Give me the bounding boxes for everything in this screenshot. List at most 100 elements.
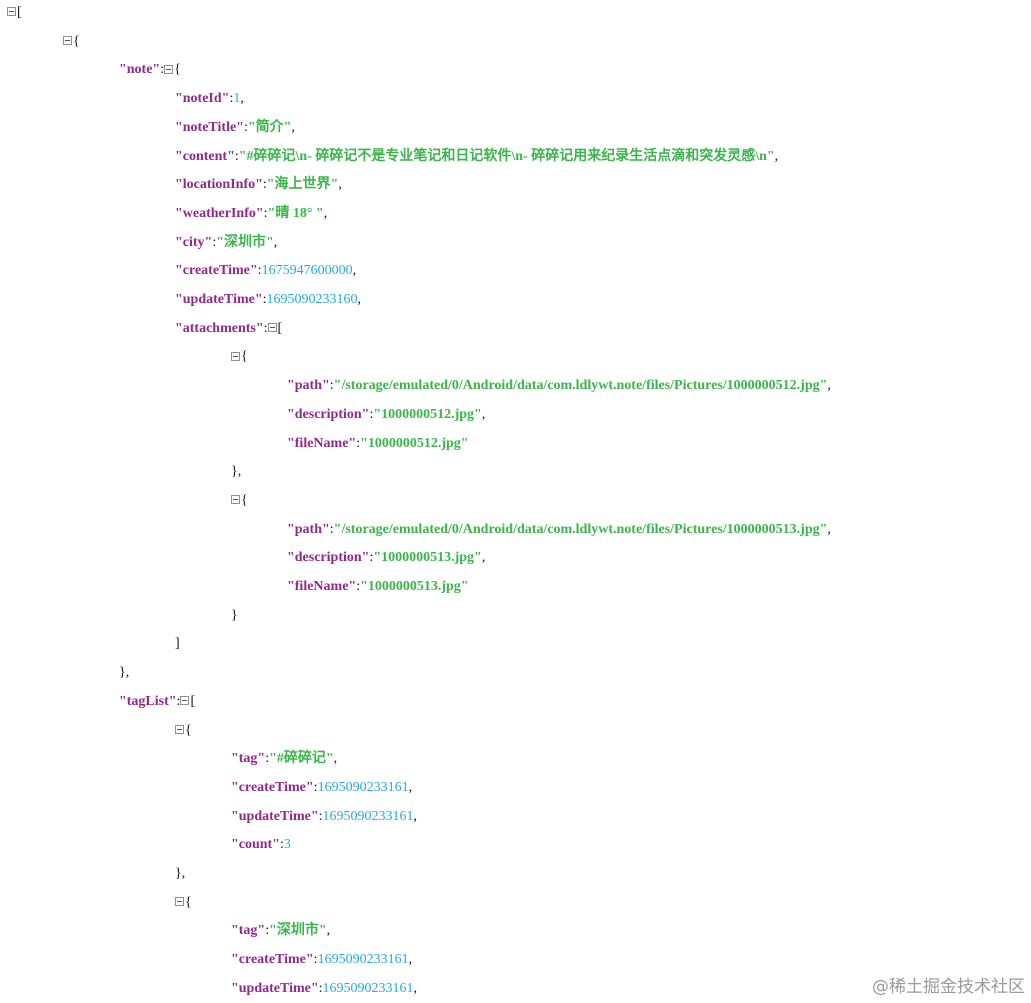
punctuation: ] <box>175 636 180 652</box>
punctuation: , <box>408 952 413 968</box>
json-key: "createTime" <box>231 952 314 968</box>
json-line: }, <box>231 462 241 482</box>
punctuation: , <box>326 923 331 939</box>
string-value: "1000000513.jpg" <box>360 579 469 594</box>
json-key: "updateTime" <box>231 980 319 996</box>
json-key: "note" <box>119 62 161 78</box>
json-line: "weatherInfo":"晴 18° ", <box>175 204 327 224</box>
json-line: { <box>175 893 192 913</box>
json-line: "updateTime":1695090233160, <box>175 290 361 310</box>
json-line: "description":"1000000513.jpg", <box>287 548 485 568</box>
json-line: "locationInfo":"海上世界", <box>175 175 342 195</box>
json-key: "weatherInfo" <box>175 205 264 221</box>
json-line: "tag":"#碎碎记", <box>231 749 337 769</box>
punctuation: }, <box>231 464 242 480</box>
json-key: "createTime" <box>231 779 314 795</box>
punctuation: , <box>413 980 418 996</box>
collapse-toggle-icon[interactable] <box>164 64 174 74</box>
number-value: 1695090233161 <box>322 808 414 824</box>
json-line: "content":"#碎碎记\n- 碎碎记不是专业笔记和日记软件\n- 碎碎记… <box>175 147 778 167</box>
punctuation: , <box>481 550 486 566</box>
json-line: "fileName":"1000000512.jpg" <box>287 434 469 454</box>
json-line: "noteTitle":"简介", <box>175 118 295 138</box>
punctuation: , <box>273 234 278 250</box>
collapse-toggle-icon[interactable] <box>267 322 277 332</box>
watermark: @稀土掘金技术社区 <box>872 977 1025 997</box>
punctuation: }, <box>175 866 186 881</box>
json-key: "content" <box>175 148 235 164</box>
json-key: "attachments" <box>175 320 264 336</box>
collapse-toggle-icon[interactable] <box>231 495 240 505</box>
string-value: "晴 18° " <box>267 205 324 221</box>
punctuation: , <box>827 378 831 394</box>
punctuation: [ <box>277 320 283 336</box>
json-key: "city" <box>175 234 213 250</box>
punctuation: , <box>413 808 418 824</box>
json-line: ] <box>175 634 180 654</box>
collapse-toggle-icon[interactable] <box>63 35 72 45</box>
json-line: [ <box>7 3 22 23</box>
json-key: "description" <box>287 550 370 566</box>
punctuation: , <box>408 779 413 795</box>
json-line: "noteId":1, <box>175 89 244 109</box>
json-line: } <box>231 606 238 626</box>
punctuation: { <box>185 894 192 910</box>
json-line: "description":"1000000512.jpg", <box>287 405 485 425</box>
json-line: { <box>231 347 248 367</box>
punctuation: { <box>185 722 192 738</box>
number-value: 1695090233161 <box>317 779 409 795</box>
collapse-toggle-icon[interactable] <box>175 724 184 734</box>
string-value: "1000000512.jpg" <box>373 406 482 422</box>
json-line: }, <box>119 663 129 683</box>
json-key: "tag" <box>231 751 266 767</box>
punctuation: , <box>338 177 342 193</box>
collapse-toggle-icon[interactable] <box>175 896 184 906</box>
json-line: "createTime":1695090233161, <box>231 778 412 798</box>
string-value: "/storage/emulated/0/Android/data/com.ld… <box>333 378 828 394</box>
json-line: "attachments":[ <box>175 319 282 339</box>
number-value: 1695090233161 <box>322 980 414 996</box>
json-key: "path" <box>287 521 330 537</box>
punctuation: , <box>333 751 338 767</box>
punctuation: [ <box>17 5 22 20</box>
punctuation: [ <box>190 693 196 709</box>
string-value: "简介" <box>247 119 292 135</box>
json-key: "noteTitle" <box>175 119 244 135</box>
punctuation: } <box>231 607 238 623</box>
json-key: "fileName" <box>287 435 357 451</box>
number-value: 3 <box>283 837 291 853</box>
punctuation: , <box>240 91 244 107</box>
punctuation: , <box>481 406 486 422</box>
number-value: 1695090233161 <box>317 952 409 968</box>
string-value: "深圳市" <box>269 923 327 939</box>
json-line: }, <box>175 864 185 884</box>
json-key: "fileName" <box>287 579 357 594</box>
punctuation: , <box>291 119 295 135</box>
json-line: "city":"深圳市", <box>175 233 277 253</box>
string-value: "1000000512.jpg" <box>360 435 469 451</box>
punctuation: { <box>73 33 80 49</box>
json-line: { <box>231 491 248 511</box>
punctuation: , <box>357 292 362 307</box>
collapse-toggle-icon[interactable] <box>180 696 190 706</box>
json-viewer: [{"note":{"noteId":1, "noteTitle":"简介", "c… <box>0 0 1031 1003</box>
json-line: { <box>175 721 192 741</box>
json-key: "updateTime" <box>175 292 263 307</box>
collapse-toggle-icon[interactable] <box>7 7 16 17</box>
json-line: "updateTime":1695090233161, <box>231 979 417 999</box>
json-line: "fileName":"1000000513.jpg" <box>287 577 469 597</box>
string-value: "#碎碎记\n- 碎碎记不是专业笔记和日记软件\n- 碎碎记用来纪录生活点滴和突… <box>238 148 775 164</box>
string-value: "1000000513.jpg" <box>373 550 482 566</box>
json-key: "tag" <box>231 923 266 939</box>
number-value: 1675947600000 <box>261 263 353 279</box>
json-key: "tagList" <box>119 693 177 709</box>
collapse-toggle-icon[interactable] <box>231 351 240 361</box>
punctuation: }, <box>119 665 130 681</box>
punctuation: { <box>174 62 181 78</box>
json-line: "note":{ <box>119 60 181 80</box>
punctuation: , <box>827 521 831 537</box>
string-value: "深圳市" <box>216 234 274 250</box>
json-key: "updateTime" <box>231 808 319 824</box>
json-line: "createTime":1675947600000, <box>175 261 356 281</box>
json-key: "noteId" <box>175 91 230 107</box>
